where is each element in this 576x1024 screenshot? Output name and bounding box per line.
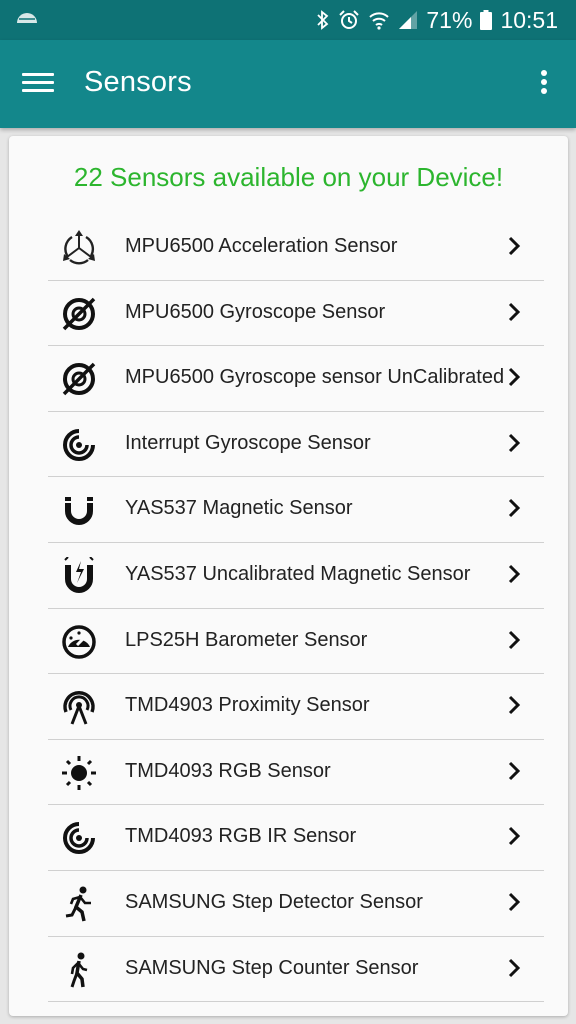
chevron-right-icon: [506, 956, 522, 980]
sensor-row[interactable]: MPU6500 Gyroscope Sensor: [48, 281, 544, 347]
spiral-icon: [60, 426, 98, 464]
chevron-right-icon: [506, 562, 522, 586]
sensor-label: MPU6500 Gyroscope Sensor: [125, 300, 386, 323]
sun-icon: [60, 754, 98, 792]
running-icon: [60, 885, 98, 923]
sensor-row[interactable]: SAMSUNG Step Detector Sensor: [48, 871, 544, 937]
battery-icon: [480, 10, 493, 30]
chevron-right-icon: [506, 693, 522, 717]
sensor-list: MPU6500 Acceleration Sensor MPU6500 Gyro…: [48, 215, 544, 1003]
signal-icon: [399, 11, 418, 29]
gyroscope-icon: [60, 360, 98, 398]
wifi-icon: [369, 12, 390, 30]
alarm-icon: [339, 10, 360, 29]
acceleration-icon: [60, 229, 98, 267]
sensor-row[interactable]: TMD4093 RGB IR Sensor: [48, 805, 544, 871]
chevron-right-icon: [506, 759, 522, 783]
sensor-count-heading: 22 Sensors available on your Device!: [73, 162, 504, 192]
chevron-right-icon: [506, 234, 522, 258]
chevron-right-icon: [506, 890, 522, 914]
chevron-right-icon: [506, 824, 522, 848]
sensor-label: YAS537 Magnetic Sensor: [125, 497, 353, 520]
sensor-label: LPS25H Barometer Sensor: [125, 628, 368, 651]
sensor-row[interactable]: YAS537 Uncalibrated Magnetic Sensor: [48, 543, 544, 609]
chevron-right-icon: [506, 300, 522, 324]
sensor-row[interactable]: YAS537 Magnetic Sensor: [48, 477, 544, 543]
sensor-row[interactable]: TMD4903 Proximity Sensor: [48, 674, 544, 740]
chevron-right-icon: [506, 496, 522, 520]
menu-icon[interactable]: [22, 66, 56, 100]
chevron-right-icon: [506, 365, 522, 389]
sensor-label: TMD4093 RGB Sensor: [125, 759, 331, 782]
sensor-row[interactable]: LPS25H Barometer Sensor: [48, 609, 544, 675]
proximity-icon: [60, 688, 98, 726]
chevron-right-icon: [506, 628, 522, 652]
status-bar: 71% 10:51: [0, 0, 576, 40]
magnet-icon: [60, 491, 98, 529]
sensor-card: 22 Sensors available on your Device! MPU…: [9, 136, 568, 1016]
sensor-row[interactable]: SAMSUNG Step Counter Sensor: [48, 937, 544, 1003]
sensor-label: TMD4903 Proximity Sensor: [125, 694, 370, 717]
clock: 10:51: [500, 6, 558, 33]
overflow-menu-icon[interactable]: [538, 68, 550, 98]
sensor-row[interactable]: Interrupt Gyroscope Sensor: [48, 412, 544, 478]
chevron-right-icon: [506, 431, 522, 455]
sensor-label: SAMSUNG Step Detector Sensor: [125, 890, 423, 913]
bluetooth-icon: [317, 10, 329, 30]
magnet-flash-icon: [60, 556, 98, 595]
gyroscope-icon: [60, 295, 98, 333]
sensor-row[interactable]: TMD4093 RGB Sensor: [48, 740, 544, 806]
sensor-row[interactable]: MPU6500 Acceleration Sensor: [48, 215, 544, 281]
app-bar: Sensors: [0, 40, 576, 128]
sensor-label: YAS537 Uncalibrated Magnetic Sensor: [125, 562, 471, 585]
gauge-icon: [60, 623, 98, 661]
walking-icon: [60, 951, 98, 989]
sensor-label: MPU6500 Acceleration Sensor: [125, 235, 398, 257]
notification-icon: [17, 13, 37, 23]
sensor-label: SAMSUNG Step Counter Sensor: [125, 956, 419, 979]
spiral-icon: [60, 819, 98, 857]
sensor-label: MPU6500 Gyroscope sensor UnCalibrated: [125, 366, 505, 389]
sensor-label: Interrupt Gyroscope Sensor: [125, 431, 371, 454]
page-title: Sensors: [84, 66, 192, 98]
sensor-row[interactable]: MPU6500 Gyroscope sensor UnCalibrated: [48, 346, 544, 412]
sensor-label: TMD4093 RGB IR Sensor: [125, 825, 357, 848]
battery-percent: 71%: [426, 6, 473, 33]
